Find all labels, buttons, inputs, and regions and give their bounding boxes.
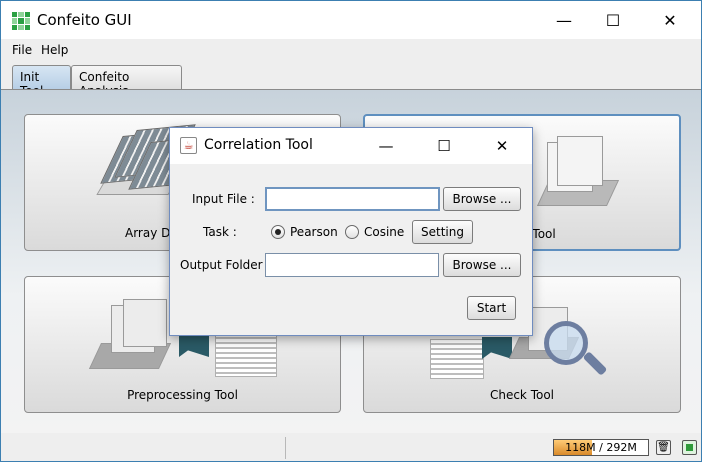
output-folder-label: Output Folder :: [180, 258, 271, 272]
dialog-maximize-button[interactable]: ☐: [420, 128, 468, 164]
memory-usage-bar: 118M / 292M: [553, 439, 649, 456]
input-file-label: Input File :: [192, 192, 255, 206]
preprocessing-tool-label: Preprocessing Tool: [127, 388, 238, 402]
setting-button[interactable]: Setting: [412, 220, 473, 244]
menu-file[interactable]: File: [12, 43, 32, 57]
folder-scatter-icon: [533, 132, 623, 212]
title-bar: Confeito GUI — ☐ ✕: [1, 1, 701, 39]
pearson-radio[interactable]: [271, 225, 285, 239]
pearson-label[interactable]: Pearson: [290, 225, 338, 239]
maximize-button[interactable]: ☐: [590, 1, 636, 39]
app-logo-icon: [12, 12, 30, 30]
stop-icon[interactable]: [682, 440, 697, 455]
menu-help[interactable]: Help: [41, 43, 68, 57]
menu-bar: File Help: [1, 39, 701, 61]
output-browse-button[interactable]: Browse ...: [443, 253, 521, 277]
output-folder-field[interactable]: [265, 253, 439, 277]
minimize-button[interactable]: —: [541, 1, 587, 39]
input-browse-button[interactable]: Browse ...: [443, 187, 521, 211]
check-tool-label: Check Tool: [489, 388, 555, 402]
input-file-field[interactable]: [265, 187, 440, 211]
correlation-tool-dialog: ☕ Correlation Tool — ☐ ✕ Input File : Br…: [169, 127, 533, 336]
correlation-tool-label: n Tool: [521, 227, 556, 241]
status-divider: [285, 437, 286, 459]
dialog-minimize-button[interactable]: —: [362, 128, 410, 164]
task-label: Task :: [203, 225, 237, 239]
cosine-label[interactable]: Cosine: [364, 225, 404, 239]
cosine-radio[interactable]: [345, 225, 359, 239]
close-button[interactable]: ✕: [647, 1, 693, 39]
tab-confeito-analysis[interactable]: Confeito Analysis: [71, 65, 182, 98]
dialog-close-button[interactable]: ✕: [478, 128, 526, 164]
memory-usage-text: 118M / 292M: [565, 441, 637, 454]
java-cup-icon: ☕: [180, 137, 197, 154]
dialog-title: Correlation Tool: [204, 137, 313, 153]
tab-init-tool[interactable]: Init Tool: [12, 65, 71, 98]
dialog-title-bar: ☕ Correlation Tool — ☐ ✕: [170, 128, 532, 164]
status-bar: 118M / 292M 🗑: [1, 433, 701, 461]
trash-icon[interactable]: 🗑: [656, 440, 671, 455]
window-title: Confeito GUI: [37, 11, 132, 29]
tab-strip: Init Tool Confeito Analysis: [1, 61, 701, 98]
start-button[interactable]: Start: [467, 296, 516, 320]
